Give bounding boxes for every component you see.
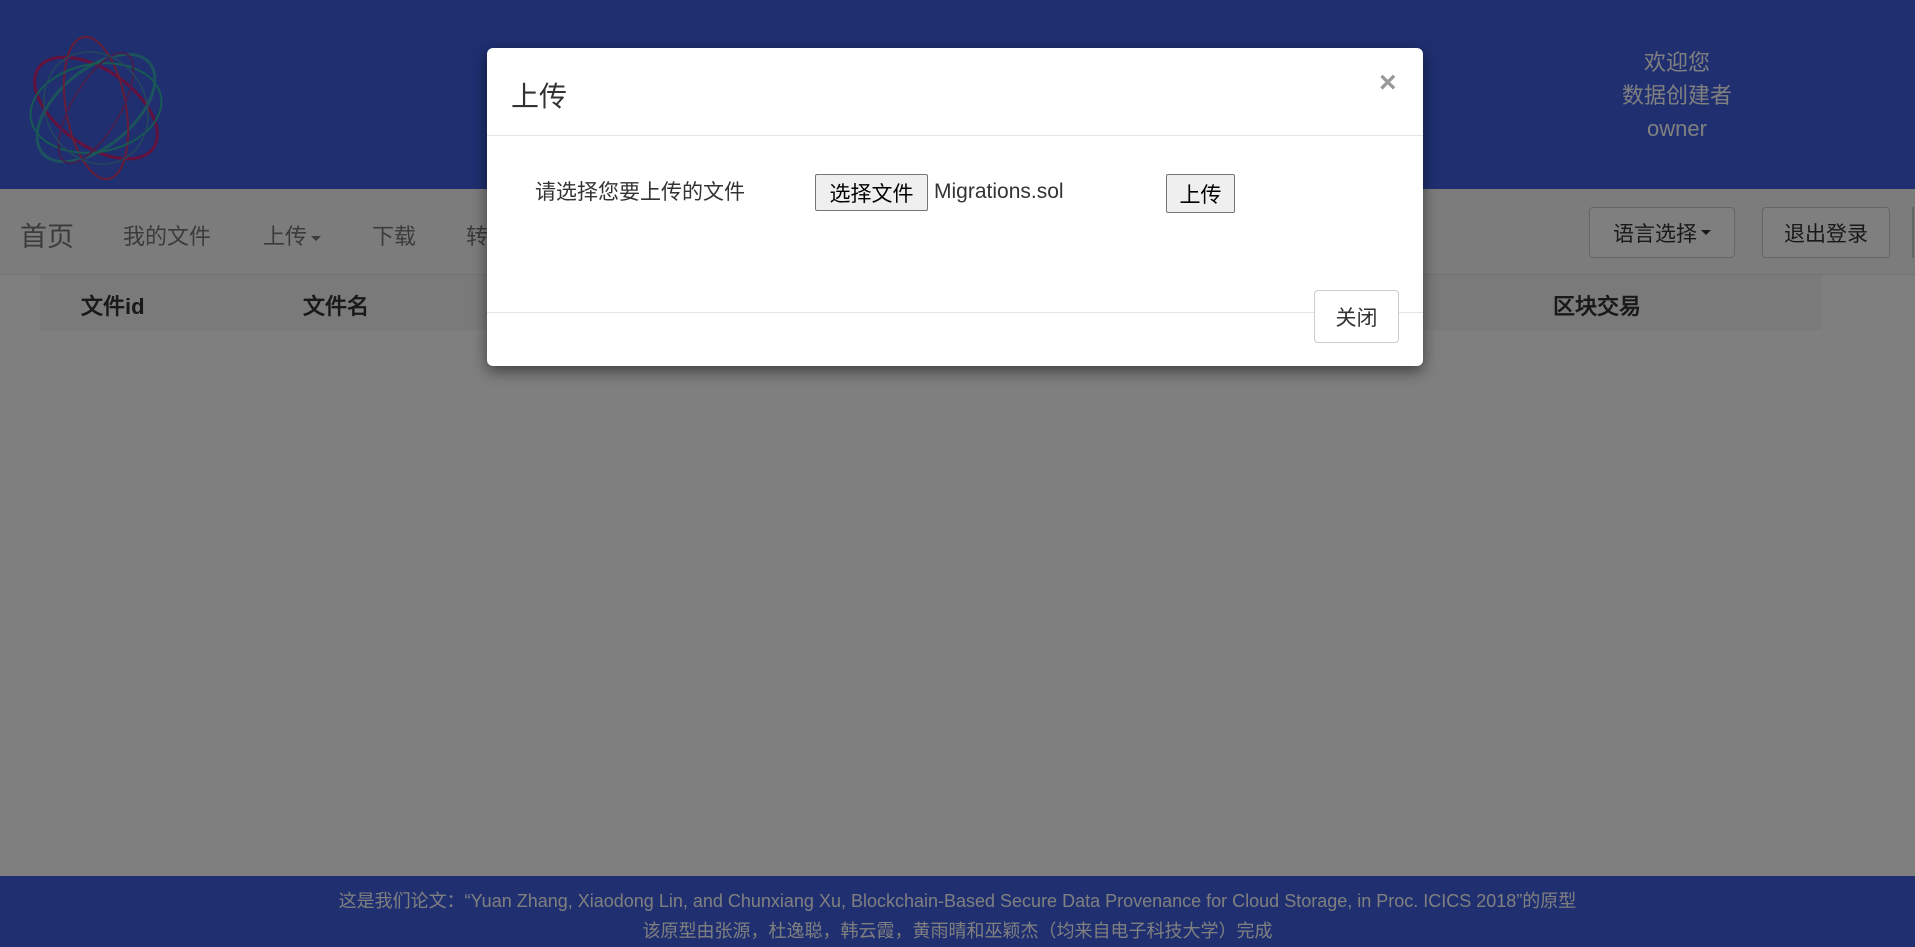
choose-file-button[interactable]: 选择文件 <box>815 174 928 211</box>
selected-file-name: Migrations.sol <box>934 180 1064 203</box>
upload-modal: 上传 × 请选择您要上传的文件 选择文件 Migrations.sol 上传 关… <box>487 48 1423 366</box>
upload-prompt-label: 请选择您要上传的文件 <box>535 181 745 204</box>
upload-submit-button[interactable]: 上传 <box>1166 174 1235 213</box>
modal-title: 上传 <box>511 81 568 112</box>
modal-close-button[interactable]: 关闭 <box>1314 290 1399 343</box>
close-icon[interactable]: × <box>1379 66 1397 100</box>
modal-header: 上传 × <box>487 48 1423 136</box>
modal-body: 请选择您要上传的文件 选择文件 Migrations.sol 上传 <box>487 136 1423 313</box>
